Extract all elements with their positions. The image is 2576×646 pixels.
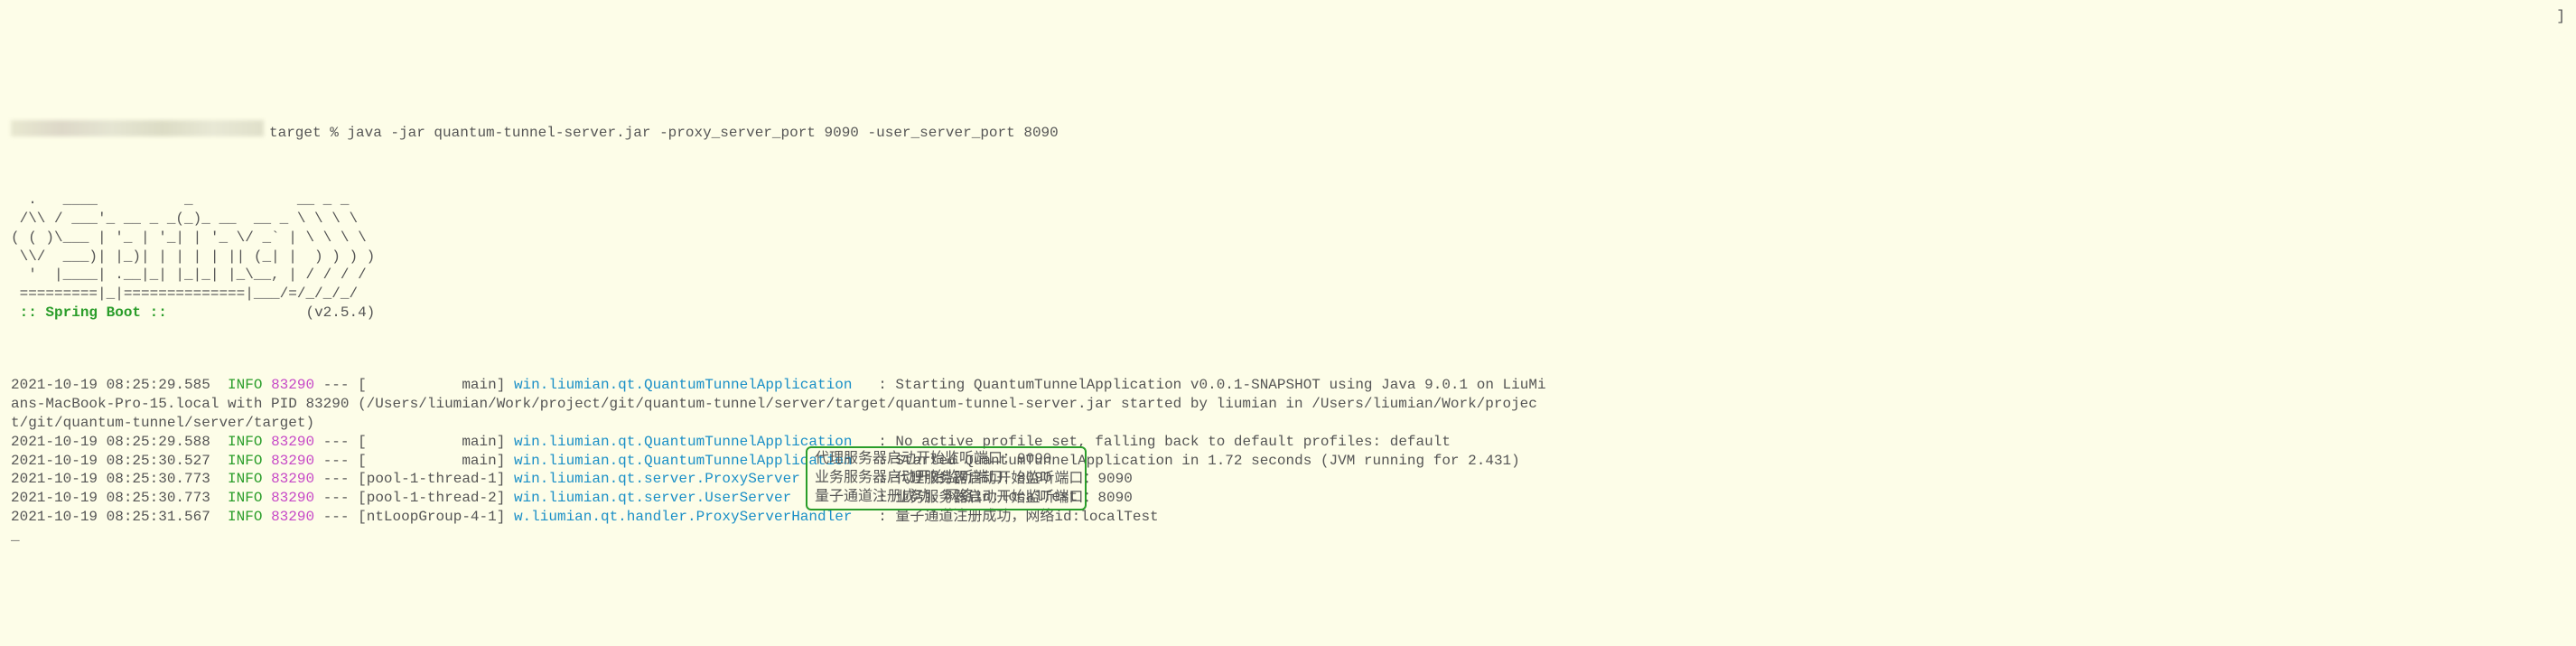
ascii-line-4: \\/ ___)| |_)| | | | | || (_| | ) ) ) )	[11, 248, 375, 265]
highlight-annotation-box: 代理服务器启动开始监听端口：9090 业务服务器启动开始监听端口：8090 量子…	[806, 446, 1087, 510]
prompt-blurred-path	[11, 120, 264, 136]
log-thread: [ntLoopGroup-4-1]	[358, 509, 505, 525]
prompt-command-text: target % java -jar quantum-tunnel-server…	[269, 124, 1059, 143]
highlight-line-2: 业务服务器启动开始监听端口：8090	[815, 470, 1051, 486]
log-level: INFO	[228, 509, 262, 525]
log-separator: ---	[323, 377, 350, 393]
log-logger: win.liumian.qt.server.ProxyServer	[514, 471, 800, 487]
log-thread: [ main]	[358, 434, 505, 450]
ascii-line-3: ( ( )\___ | '_ | '_| | '_ \/ _` | \ \ \ …	[11, 229, 367, 246]
log-logger: w.liumian.qt.handler.ProxyServerHandler	[514, 509, 852, 525]
log-line: 2021-10-19 08:25:29.588 INFO 83290 --- […	[11, 433, 2565, 452]
log-line: 2021-10-19 08:25:29.585 INFO 83290 --- […	[11, 376, 2565, 395]
log-level: INFO	[228, 490, 262, 506]
log-level: INFO	[228, 453, 262, 469]
log-line: 2021-10-19 08:25:31.567 INFO 83290 --- […	[11, 508, 2565, 527]
ascii-line-1: . ____ _ __ _ _	[11, 192, 349, 208]
log-line: 2021-10-19 08:25:30.773 INFO 83290 --- […	[11, 470, 2565, 489]
log-thread: [ main]	[358, 377, 505, 393]
log-pid: 83290	[271, 434, 314, 450]
log-wrapped-line: ans-MacBook-Pro-15.local with PID 83290 …	[11, 395, 2565, 414]
log-message: 量子通道注册成功，网络id:localTest	[887, 509, 1159, 525]
highlight-line-3: 量子通道注册成功，网络id:localTest	[815, 489, 1078, 505]
log-pid: 83290	[271, 490, 314, 506]
log-colon: :	[852, 509, 886, 525]
spring-boot-banner: . ____ _ __ _ _ /\\ / ___'_ __ _ _(_)_ _…	[11, 191, 2565, 323]
cursor-line[interactable]: _	[11, 528, 20, 544]
log-separator: ---	[323, 453, 350, 469]
log-message: Starting QuantumTunnelApplication v0.0.1…	[887, 377, 1546, 393]
log-separator: ---	[323, 509, 350, 525]
log-pid: 83290	[271, 509, 314, 525]
log-level: INFO	[228, 471, 262, 487]
log-logger: win.liumian.qt.QuantumTunnelApplication	[514, 434, 852, 450]
terminal-prompt-line[interactable]: target % java -jar quantum-tunnel-server…	[11, 120, 2565, 143]
ascii-line-5: ' |____| .__|_| |_|_| |_\__, | / / / /	[11, 267, 367, 283]
log-separator: ---	[323, 490, 350, 506]
log-timestamp: 2021-10-19 08:25:30.773	[11, 471, 210, 487]
log-logger: win.liumian.qt.QuantumTunnelApplication	[514, 377, 852, 393]
log-separator: ---	[323, 471, 350, 487]
spring-boot-version: (v2.5.4)	[305, 304, 375, 321]
highlight-line-1: 代理服务器启动开始监听端口：9090	[815, 451, 1051, 467]
log-output-area: 2021-10-19 08:25:29.585 INFO 83290 --- […	[11, 376, 2565, 545]
log-pid: 83290	[271, 377, 314, 393]
log-timestamp: 2021-10-19 08:25:29.585	[11, 377, 210, 393]
log-thread: [pool-1-thread-1]	[358, 471, 505, 487]
log-separator: ---	[323, 434, 350, 450]
prompt-right-bracket: ]	[2556, 7, 2565, 26]
log-line: 2021-10-19 08:25:30.527 INFO 83290 --- […	[11, 452, 2565, 471]
log-colon: :	[852, 377, 886, 393]
ascii-line-2: /\\ / ___'_ __ _ _(_)_ __ __ _ \ \ \ \	[11, 211, 358, 227]
log-thread: [ main]	[358, 453, 505, 469]
log-logger: win.liumian.qt.QuantumTunnelApplication	[514, 453, 852, 469]
log-logger: win.liumian.qt.server.UserServer	[514, 490, 791, 506]
log-pid: 83290	[271, 471, 314, 487]
log-pid: 83290	[271, 453, 314, 469]
log-timestamp: 2021-10-19 08:25:30.773	[11, 490, 210, 506]
log-timestamp: 2021-10-19 08:25:29.588	[11, 434, 210, 450]
log-wrapped-line: t/git/quantum-tunnel/server/target)	[11, 414, 2565, 433]
log-line: 2021-10-19 08:25:30.773 INFO 83290 --- […	[11, 489, 2565, 508]
ascii-line-6: =========|_|==============|___/=/_/_/_/	[11, 286, 358, 302]
spring-boot-label: :: Spring Boot ::	[11, 304, 175, 321]
log-level: INFO	[228, 377, 262, 393]
log-thread: [pool-1-thread-2]	[358, 490, 505, 506]
log-level: INFO	[228, 434, 262, 450]
log-timestamp: 2021-10-19 08:25:30.527	[11, 453, 210, 469]
log-timestamp: 2021-10-19 08:25:31.567	[11, 509, 210, 525]
